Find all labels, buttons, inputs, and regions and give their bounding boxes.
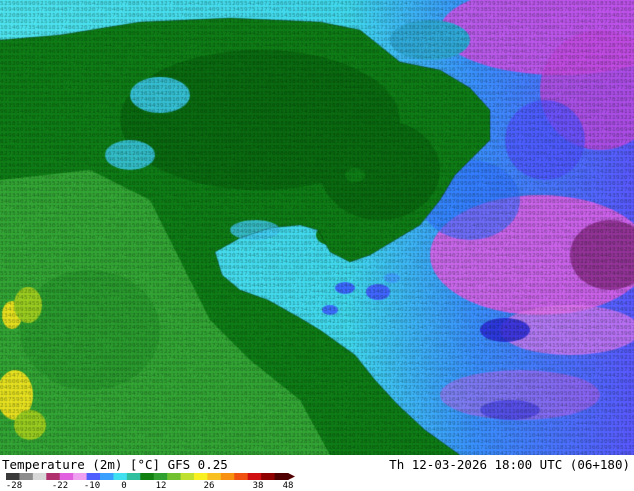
colorbar-swatch bbox=[261, 473, 276, 480]
colorbar-swatch bbox=[19, 473, 34, 480]
temperature-map bbox=[0, 0, 634, 455]
valid-time: Th 12-03-2026 18:00 UTC (06+180) bbox=[389, 457, 630, 472]
product-label: Temperature (2m) [°C] bbox=[2, 457, 161, 472]
colorbar-swatch bbox=[32, 473, 47, 480]
map-title: Temperature (2m) [°C] GFS 0.25 bbox=[2, 457, 228, 472]
colorbar-swatch bbox=[46, 473, 61, 480]
colorbar-swatch bbox=[234, 473, 249, 480]
model-label: GFS 0.25 bbox=[167, 457, 228, 472]
colorbar-swatch bbox=[86, 473, 101, 480]
colorbar-swatch bbox=[113, 473, 128, 480]
colorbar bbox=[6, 473, 295, 480]
colorbar-swatch bbox=[194, 473, 208, 480]
colorbar-swatch bbox=[6, 473, 20, 480]
colorbar-swatch bbox=[247, 473, 262, 480]
colorbar-swatch bbox=[126, 473, 141, 480]
map-footer: Temperature (2m) [°C] GFS 0.25 Th 12-03-… bbox=[0, 455, 634, 491]
colorbar-swatch bbox=[220, 473, 235, 480]
colorbar-arrow bbox=[288, 473, 295, 480]
colorbar-swatch bbox=[73, 473, 88, 480]
colorbar-swatch bbox=[274, 473, 289, 480]
colorbar-swatch bbox=[100, 473, 114, 480]
colorbar-swatch bbox=[59, 473, 74, 480]
colorbar-swatch bbox=[180, 473, 195, 480]
colorbar-swatch bbox=[167, 473, 182, 480]
colorbar-swatch bbox=[207, 473, 222, 480]
colorbar-swatch bbox=[140, 473, 155, 480]
colorbar-swatch bbox=[153, 473, 168, 480]
